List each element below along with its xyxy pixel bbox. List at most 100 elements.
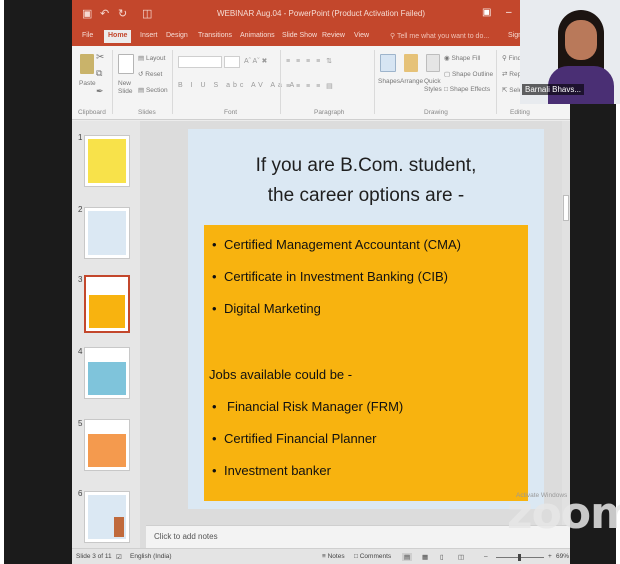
ribbon-tabs: File Home Insert Design Transitions Anim…	[72, 28, 570, 46]
tell-me-box[interactable]: ⚲ Tell me what you want to do...	[390, 32, 489, 40]
thumbnail-content	[89, 295, 125, 328]
shape-outline-label: Shape Outline	[451, 71, 494, 78]
zoom-level[interactable]: 69%	[556, 553, 569, 560]
new-slide-icon[interactable]	[118, 54, 134, 74]
bullet-text: Financial Risk Manager (FRM)	[227, 399, 404, 414]
group-clipboard: Clipboard	[78, 109, 106, 116]
reading-view-icon[interactable]: ▯	[440, 553, 444, 561]
zoom-slider-handle[interactable]	[518, 554, 521, 561]
tab-insert[interactable]: Insert	[140, 32, 158, 39]
section-button[interactable]: ▤ Section	[138, 86, 168, 94]
quick-styles-icon[interactable]	[426, 54, 440, 72]
slide-title-line-1: If you are B.Com. student,	[255, 155, 477, 176]
cut-icon[interactable]: ✂	[96, 52, 104, 63]
tab-animations[interactable]: Animations	[240, 32, 275, 39]
copy-icon[interactable]: ⧉	[96, 68, 102, 79]
thumb-number: 5	[78, 419, 83, 428]
font-size-field[interactable]	[224, 56, 240, 68]
bullet-text: Digital Marketing	[224, 301, 321, 316]
separator	[496, 50, 497, 114]
notes-placeholder: Click to add notes	[154, 532, 218, 541]
zoom-out-icon[interactable]: –	[484, 553, 488, 560]
tell-me-label: Tell me what you want to do...	[396, 33, 490, 40]
reset-label: Reset	[145, 71, 163, 78]
minimize-icon[interactable]: –	[506, 7, 512, 18]
list-item: • Investment banker	[212, 463, 331, 478]
shape-effects-button[interactable]: □ Shape Effects	[444, 86, 490, 93]
thumbnail-content	[88, 495, 126, 539]
slide-sorter-icon[interactable]: ▦	[422, 553, 428, 561]
normal-view-icon[interactable]: ▤	[402, 553, 413, 561]
thumb-number: 1	[78, 133, 83, 142]
paste-icon[interactable]	[80, 54, 94, 74]
slideshow-view-icon[interactable]: ◫	[458, 553, 464, 561]
scrollbar-thumb[interactable]	[563, 195, 569, 221]
title-bar: ▣ ↶ ↻ ◫ WEBINAR Aug.04 - PowerPoint (Pro…	[72, 0, 570, 28]
list-icons[interactable]: ≡ ≡ ≡ ≡ ⇅	[286, 57, 334, 65]
bullet-text: Certified Financial Planner	[224, 431, 377, 446]
slide-thumbnail-2[interactable]	[84, 207, 130, 259]
format-painter-icon[interactable]: ✒	[96, 86, 104, 97]
align-icons[interactable]: ≡ ≡ ≡ ≡ ▤	[286, 82, 335, 90]
slide-thumbnail-5[interactable]	[84, 419, 130, 471]
current-slide[interactable]: If you are B.Com. student, the career op…	[188, 129, 544, 509]
new-slide-button[interactable]: New Slide	[118, 80, 132, 96]
tab-transitions[interactable]: Transitions	[198, 32, 232, 39]
tab-view[interactable]: View	[354, 32, 369, 39]
slide-title-line-2: the career options are -	[267, 185, 465, 206]
zoom-in-icon[interactable]: +	[548, 553, 552, 560]
list-item: • Certified Management Accountant (CMA)	[212, 237, 461, 252]
group-drawing: Drawing	[424, 109, 448, 116]
language-status[interactable]: English (India)	[130, 553, 172, 560]
bullet-text: Certified Management Accountant (CMA)	[224, 237, 461, 252]
find-button[interactable]: ⚲ Find	[502, 54, 521, 62]
slide-counter: Slide 3 of 11	[76, 553, 112, 560]
ribbon-display-icon[interactable]: ▣	[482, 7, 491, 18]
thumbnail-content	[88, 434, 126, 467]
tab-file[interactable]: File	[82, 32, 93, 39]
reset-button[interactable]: ↺ Reset	[138, 70, 162, 78]
quick-styles-button[interactable]: Quick Styles	[424, 78, 442, 94]
thumb-number: 4	[78, 347, 83, 356]
paste-label: Paste	[79, 80, 96, 87]
font-grow-icon[interactable]: Aˆ Aˇ ✖	[244, 57, 267, 65]
comments-toggle[interactable]: □ Comments	[354, 553, 391, 560]
tab-home[interactable]: Home	[104, 30, 132, 43]
window-title: WEBINAR Aug.04 - PowerPoint (Product Act…	[216, 9, 426, 18]
shape-fill-label: Shape Fill	[451, 55, 481, 62]
group-editing: Editing	[510, 109, 530, 116]
slide-thumbnails-pane: 1 2 3 4 5 6	[72, 121, 146, 548]
thumb-number: 6	[78, 489, 83, 498]
list-item: • Digital Marketing	[212, 301, 321, 316]
screen-share-frame: ▣ ↶ ↻ ◫ WEBINAR Aug.04 - PowerPoint (Pro…	[4, 0, 620, 564]
slide-thumbnail-6[interactable]	[84, 491, 130, 543]
thumbnail-image	[114, 517, 124, 537]
layout-button[interactable]: ▤ Layout	[138, 54, 165, 62]
slide-scrollbar[interactable]	[562, 121, 570, 525]
thumbnail-content	[88, 139, 126, 183]
separator	[112, 50, 113, 114]
tab-design[interactable]: Design	[166, 32, 188, 39]
spellcheck-icon[interactable]: ☑	[116, 553, 122, 561]
slide-editing-area: If you are B.Com. student, the career op…	[146, 121, 562, 525]
tab-review[interactable]: Review	[322, 32, 345, 39]
zoom-watermark: zoom	[507, 488, 620, 539]
font-name-field[interactable]	[178, 56, 222, 68]
arrange-button[interactable]: Arrange	[400, 78, 423, 85]
slide-thumbnail-4[interactable]	[84, 347, 130, 399]
slide-thumbnail-3[interactable]	[84, 275, 130, 333]
arrange-icon[interactable]	[404, 54, 418, 72]
group-font: Font	[224, 109, 238, 116]
slide-thumbnail-1[interactable]	[84, 135, 130, 187]
thumbnail-content	[88, 362, 126, 395]
tab-slide-show[interactable]: Slide Show	[282, 32, 317, 39]
content-text-box[interactable]: • Certified Management Accountant (CMA) •…	[204, 225, 528, 501]
slide-title[interactable]: If you are B.Com. student, the career op…	[188, 151, 544, 211]
shape-outline-button[interactable]: ▢ Shape Outline	[444, 70, 493, 78]
shape-fill-button[interactable]: ◉ Shape Fill	[444, 54, 480, 62]
notes-toggle[interactable]: ≡ Notes	[322, 553, 345, 560]
shapes-button[interactable]: Shapes	[378, 78, 400, 85]
shapes-icon[interactable]	[380, 54, 396, 72]
participant-name: Barnali Bhavs...	[522, 84, 585, 95]
webcam-video: Barnali Bhavs...	[520, 0, 620, 104]
